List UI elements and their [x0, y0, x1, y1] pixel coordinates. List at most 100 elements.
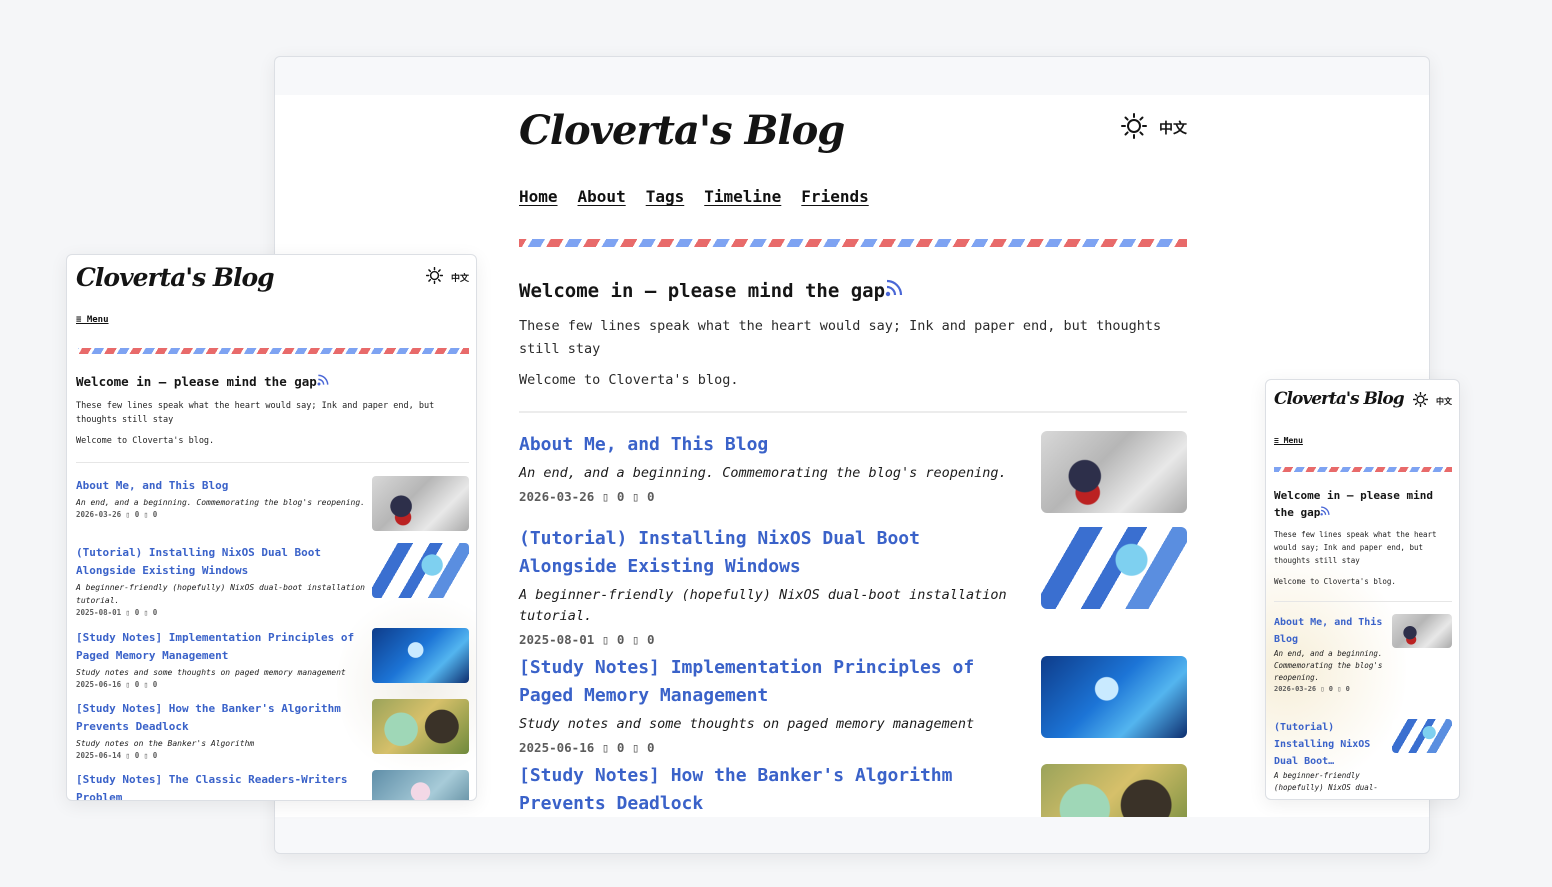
post-description: A beginner-friendly (hopefully) NixOS du… [76, 583, 365, 605]
post-description: An end, and a beginning. Commemorating t… [519, 465, 1007, 481]
post-thumbnail[interactable] [1392, 614, 1452, 648]
header-tools: 中文 [1121, 113, 1187, 143]
welcome-greeting: Welcome to Cloverta's blog. [519, 372, 739, 388]
post-title[interactable]: About Me, and This Blog [1274, 614, 1386, 648]
post-thumbnail[interactable] [1041, 527, 1187, 609]
post-title[interactable]: [Study Notes] Implementation Principles … [76, 629, 366, 665]
language-toggle[interactable]: 中文 [451, 271, 469, 284]
post-item: (Tutorial) Installing NixOS Dual Boot… A… [1274, 719, 1452, 794]
post-thumbnail[interactable] [372, 628, 469, 683]
nav-timeline[interactable]: Timeline [704, 187, 781, 206]
welcome-greeting: Welcome to Cloverta's blog. [76, 436, 215, 446]
post-stats: ▯ 0 ▯ 0 [594, 632, 655, 647]
post-thumbnail[interactable] [372, 543, 469, 598]
blog-logo[interactable]: Cloverta's Blog [519, 107, 845, 154]
post-thumbnail[interactable] [1041, 431, 1187, 513]
sun-icon[interactable] [1121, 113, 1147, 143]
welcome-title-text: Welcome in — please mind the gap [519, 280, 886, 302]
post-item: [Study Notes] How the Banker's Algorithm… [519, 762, 1187, 817]
post-title[interactable]: About Me, and This Blog [519, 431, 1019, 459]
post-item: [Study Notes] How the Banker's Algorithm… [76, 699, 469, 760]
post-description: An end, and a beginning. Commemorating t… [1274, 649, 1383, 682]
nav-home[interactable]: Home [519, 187, 558, 206]
header-tools: 中文 [425, 266, 469, 288]
sun-icon[interactable] [425, 266, 444, 288]
language-toggle[interactable]: 中文 [1159, 118, 1187, 138]
post-description: Study notes and some thoughts on paged m… [76, 668, 346, 677]
welcome-text: These few lines speak what the heart wou… [1274, 530, 1437, 565]
post-description: Study notes and some thoughts on paged m… [519, 716, 975, 732]
post-date: 2026-03-26 [519, 489, 595, 504]
post-title[interactable]: [Study Notes] Implementation Principles … [519, 654, 1019, 710]
post-date: 2026-03-26 [76, 510, 122, 519]
welcome-title: Welcome in — please mind the gap [519, 279, 903, 302]
airmail-divider [78, 348, 469, 354]
post-stats: ▯ 0 ▯ 0 [121, 510, 158, 519]
airmail-divider [519, 239, 1187, 247]
rss-icon[interactable] [885, 279, 903, 302]
welcome-text: These few lines speak what the heart wou… [76, 401, 435, 425]
post-item: [Study Notes] Implementation Principles … [519, 654, 1187, 755]
blog-logo[interactable]: Cloverta's Blog [1274, 389, 1405, 409]
post-stats: ▯ 0 ▯ 0 [1316, 685, 1350, 693]
content-divider [519, 411, 1187, 413]
post-thumbnail[interactable] [372, 476, 469, 531]
post-date: 2025-08-01 [76, 608, 122, 617]
welcome-title: Welcome in — please mind the gap [76, 374, 329, 389]
post-item: [Study Notes] The Classic Readers-Writer… [76, 770, 469, 800]
sun-icon[interactable] [1412, 391, 1429, 411]
post-stats: ▯ 0 ▯ 0 [121, 608, 158, 617]
post-thumbnail[interactable] [1041, 764, 1187, 817]
post-item: (Tutorial) Installing NixOS Dual Boot Al… [519, 525, 1187, 647]
post-title[interactable]: (Tutorial) Installing NixOS Dual Boot… [1274, 719, 1386, 770]
post-thumbnail[interactable] [1392, 719, 1452, 753]
post-thumbnail[interactable] [372, 770, 469, 800]
post-item: (Tutorial) Installing NixOS Dual Boot Al… [76, 543, 469, 617]
post-date: 2025-06-16 [76, 680, 122, 689]
nav-about[interactable]: About [578, 187, 626, 206]
post-title[interactable]: About Me, and This Blog [76, 477, 366, 495]
welcome-title-text: Welcome in — please mind the gap [1274, 489, 1433, 519]
nav-tags[interactable]: Tags [646, 187, 685, 206]
rss-icon[interactable] [1320, 506, 1330, 519]
post-item: About Me, and This Blog An end, and a be… [76, 476, 469, 531]
post-title[interactable]: [Study Notes] The Classic Readers-Writer… [76, 771, 366, 800]
post-stats: ▯ 0 ▯ 0 [594, 489, 655, 504]
airmail-divider [1274, 467, 1452, 472]
menu-button[interactable]: ≡ Menu [1274, 436, 1303, 445]
post-item: About Me, and This Blog An end, and a be… [519, 431, 1187, 513]
post-item: [Study Notes] Implementation Principles … [76, 628, 469, 689]
post-description: An end, and a beginning. Commemorating t… [76, 498, 365, 507]
post-description: A beginner-friendly (hopefully) NixOS du… [519, 587, 1007, 624]
post-meta: 2025-08-01 ▯ 0 ▯ 0 [76, 608, 469, 617]
mobile-window-right: Cloverta's Blog 中文 ≡ Menu Welcome in — p… [1265, 379, 1460, 800]
rss-icon[interactable] [317, 374, 329, 389]
post-title[interactable]: [Study Notes] How the Banker's Algorithm… [519, 762, 1019, 817]
welcome-greeting: Welcome to Cloverta's blog. [1274, 577, 1396, 586]
main-nav: Home About Tags Timeline Friends [519, 187, 869, 206]
post-stats: ▯ 0 ▯ 0 [121, 680, 158, 689]
language-toggle[interactable]: 中文 [1436, 396, 1452, 407]
post-date: 2026-03-26 [1274, 685, 1317, 693]
post-date: 2025-06-14 [76, 751, 122, 760]
header-tools: 中文 [1412, 391, 1452, 411]
welcome-text: These few lines speak what the heart wou… [519, 318, 1162, 357]
post-item: About Me, and This Blog An end, and a be… [1274, 614, 1452, 693]
post-date: 2025-08-01 [519, 632, 595, 647]
post-description: A beginner-friendly (hopefully) NixOS du… [1274, 771, 1378, 792]
post-stats: ▯ 0 ▯ 0 [594, 740, 655, 755]
post-thumbnail[interactable] [1041, 656, 1187, 738]
post-stats: ▯ 0 ▯ 0 [121, 751, 158, 760]
post-title[interactable]: (Tutorial) Installing NixOS Dual Boot Al… [76, 544, 366, 580]
welcome-title: Welcome in — please mind the gap [1274, 487, 1452, 521]
post-description: Study notes on the Banker's Algorithm [76, 739, 255, 748]
post-date: 2025-06-16 [519, 740, 595, 755]
post-meta: 2026-03-26 ▯ 0 ▯ 0 [1274, 685, 1452, 693]
content-divider [76, 462, 469, 463]
nav-friends[interactable]: Friends [801, 187, 868, 206]
post-title[interactable]: [Study Notes] How the Banker's Algorithm… [76, 700, 366, 736]
menu-button[interactable]: ≡ Menu [76, 315, 109, 325]
post-title[interactable]: (Tutorial) Installing NixOS Dual Boot Al… [519, 525, 1019, 581]
blog-logo[interactable]: Cloverta's Blog [76, 263, 275, 292]
post-thumbnail[interactable] [372, 699, 469, 754]
